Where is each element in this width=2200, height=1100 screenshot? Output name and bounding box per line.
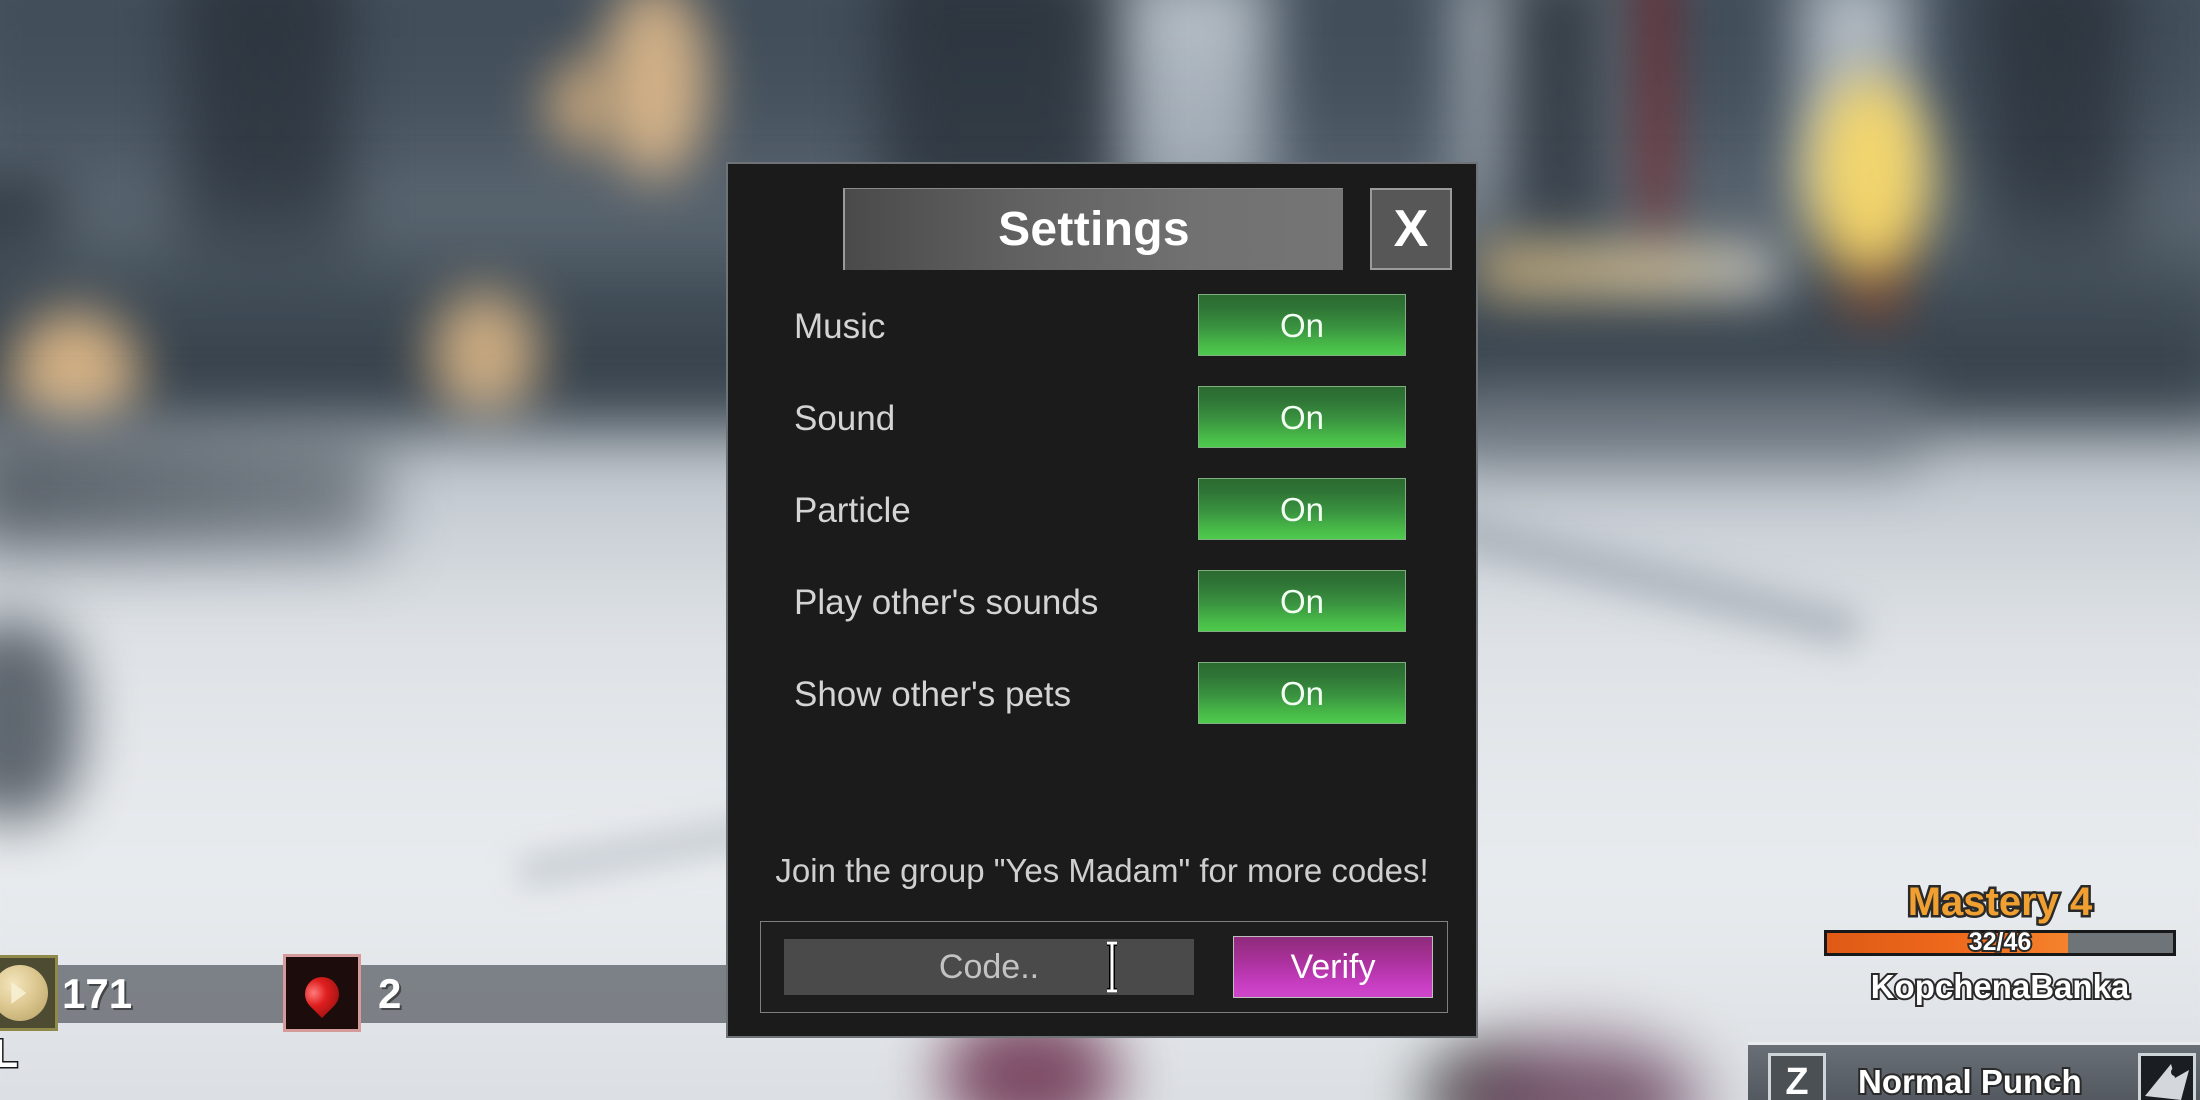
settings-dialog: Settings X Music On Sound On Particle On… <box>726 162 1478 1038</box>
settings-rows-list: Music On Sound On Particle On Play other… <box>728 294 1476 754</box>
dialog-title-bar: Settings <box>843 188 1343 270</box>
code-redeem-area: Code.. Verify <box>760 921 1448 1013</box>
page-title: Settings <box>998 202 1190 256</box>
setting-row-show-others-pets: Show other's pets On <box>728 662 1476 727</box>
level-label: EL <box>0 1031 20 1078</box>
blood-drop-shape <box>297 970 347 1019</box>
setting-label: Sound <box>794 398 896 438</box>
skill-key-binding[interactable]: Z <box>1768 1053 1826 1100</box>
background-lamp-glow <box>1810 75 1930 275</box>
background-shadow <box>1440 380 1920 470</box>
setting-row-sound: Sound On <box>728 386 1476 451</box>
toggle-show-others-pets[interactable]: On <box>1198 662 1406 724</box>
code-input-placeholder: Code.. <box>938 948 1040 986</box>
background-rail <box>1480 245 1780 295</box>
mastery-progress-text: 32/46 <box>1967 928 2034 957</box>
skill-name: Normal Punch <box>1856 1061 2084 1100</box>
skill-bar: Z Normal Punch <box>1748 1042 2200 1100</box>
setting-label: Music <box>794 306 886 346</box>
toggle-value: On <box>1279 582 1325 620</box>
toggle-sound[interactable]: On <box>1198 386 1406 448</box>
close-button[interactable]: X <box>1370 188 1452 270</box>
background-lamp-glow <box>10 310 140 440</box>
toggle-value: On <box>1279 490 1325 528</box>
player-name: KopchenaBanka <box>1869 966 2132 1007</box>
blood-drop-icon <box>283 954 361 1032</box>
verify-button[interactable]: Verify <box>1233 936 1433 998</box>
toggle-particle[interactable]: On <box>1198 478 1406 540</box>
setting-label: Play other's sounds <box>794 582 1099 622</box>
blood-amount: 2 <box>378 970 402 1017</box>
gold-coin-icon <box>0 955 58 1031</box>
gold-amount: 171 <box>62 970 133 1017</box>
background-shadow <box>0 430 380 550</box>
coin-arrow-glyph <box>11 982 27 1004</box>
close-icon: X <box>1393 200 1429 258</box>
setting-row-particle: Particle On <box>728 478 1476 543</box>
skill-thumbnail-icon[interactable] <box>2138 1053 2196 1100</box>
mastery-hud: Mastery 4 32/46 KopchenaBanka <box>1800 878 2200 1007</box>
game-screen: Settings X Music On Sound On Particle On… <box>0 0 2200 1100</box>
setting-row-play-others-sounds: Play other's sounds On <box>728 570 1476 635</box>
background-lamp-glow <box>545 60 615 150</box>
code-input[interactable]: Code.. <box>784 939 1194 995</box>
setting-row-music: Music On <box>728 294 1476 359</box>
verify-button-label: Verify <box>1290 948 1376 986</box>
background-lamp-glow <box>430 290 540 420</box>
mastery-title: Mastery 4 <box>1905 878 2095 927</box>
setting-label: Particle <box>794 490 911 530</box>
toggle-play-others-sounds[interactable]: On <box>1198 570 1406 632</box>
toggle-music[interactable]: On <box>1198 294 1406 356</box>
mastery-progress-bar: 32/46 <box>1824 928 2176 957</box>
setting-label: Show other's pets <box>794 674 1072 714</box>
toggle-value: On <box>1279 674 1325 712</box>
skill-key-label: Z <box>1785 1061 1809 1100</box>
toggle-value: On <box>1279 306 1325 344</box>
group-promo-text: Join the group "Yes Madam" for more code… <box>775 852 1429 889</box>
toggle-value: On <box>1279 398 1325 436</box>
currency-hud: 171 2 <box>0 954 790 1032</box>
dialog-header: Settings X <box>728 164 1476 284</box>
